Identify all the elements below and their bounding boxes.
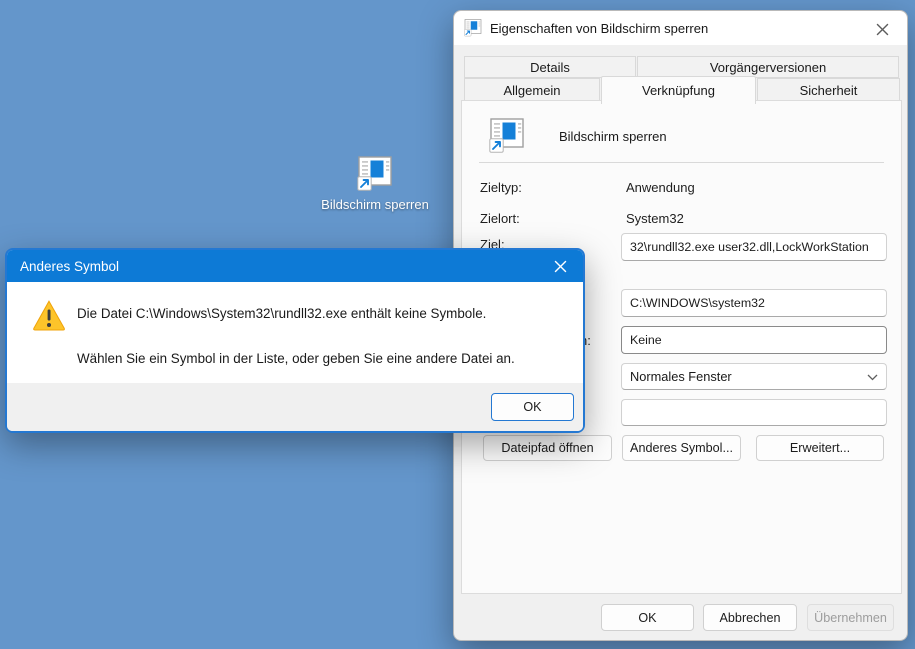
- warning-message-line1: Die Datei C:\Windows\System32\rundll32.e…: [77, 306, 487, 321]
- tab-sicherheit[interactable]: Sicherheit: [757, 78, 900, 102]
- desktop-shortcut-bildschirm-sperren[interactable]: Bildschirm sperren: [305, 154, 445, 212]
- separator: [479, 162, 884, 163]
- anderes-symbol-titlebar[interactable]: Anderes Symbol: [7, 250, 583, 282]
- anderes-symbol-ok-button[interactable]: OK: [491, 393, 574, 421]
- anderes-symbol-body: Die Datei C:\Windows\System32\rundll32.e…: [7, 282, 583, 385]
- properties-titlebar[interactable]: Eigenschaften von Bildschirm sperren: [454, 11, 907, 45]
- warning-message-line2: Wählen Sie ein Symbol in der Liste, oder…: [77, 351, 515, 366]
- kommentar-input[interactable]: [621, 399, 887, 426]
- warning-icon: [32, 299, 66, 331]
- titlebar-app-shortcut-icon: [463, 19, 482, 37]
- zieltyp-value: Anwendung: [626, 180, 695, 195]
- anderes-symbol-dialog: Anderes Symbol Die Datei C:\Windows\Syst…: [5, 248, 585, 433]
- tab-row-2: Allgemein Verknüpfung Sicherheit: [464, 76, 901, 104]
- tab-vorgaengerversionen[interactable]: Vorgängerversionen: [637, 56, 899, 78]
- tab-allgemein[interactable]: Allgemein: [464, 78, 600, 102]
- ausfuehren-select[interactable]: Normales Fenster: [621, 363, 887, 390]
- erweitert-button[interactable]: Erweitert...: [756, 435, 884, 461]
- anderes-symbol-button[interactable]: Anderes Symbol...: [622, 435, 741, 461]
- tab-details[interactable]: Details: [464, 56, 636, 78]
- app-shortcut-icon: [356, 154, 393, 194]
- close-icon: [876, 23, 888, 35]
- anderes-symbol-close-button[interactable]: [545, 254, 575, 278]
- shortcut-name: Bildschirm sperren: [559, 128, 667, 144]
- properties-uebernehmen-button-disabled: Übernehmen: [807, 604, 894, 631]
- chevron-down-icon: [867, 369, 878, 384]
- properties-abbrechen-button[interactable]: Abbrechen: [703, 604, 797, 631]
- desktop: Bildschirm sperren Eigenschaften von Bil…: [0, 0, 915, 649]
- tab-verknuepfung[interactable]: Verknüpfung: [601, 76, 756, 104]
- close-icon: [554, 260, 566, 272]
- ziel-input[interactable]: [621, 233, 887, 261]
- tab-row-1: Details Vorgängerversionen: [464, 56, 901, 78]
- ausfuehren-in-input[interactable]: [621, 289, 887, 317]
- dateipfad-oeffnen-button[interactable]: Dateipfad öffnen: [483, 435, 612, 461]
- zieltyp-label: Zieltyp:: [480, 180, 522, 195]
- zielort-label: Zielort:: [480, 211, 520, 226]
- shortcut-large-icon: [488, 116, 525, 156]
- anderes-symbol-title: Anderes Symbol: [20, 258, 120, 274]
- properties-ok-button[interactable]: OK: [601, 604, 694, 631]
- tastenkombination-input[interactable]: [621, 326, 887, 354]
- anderes-symbol-footer: OK: [7, 383, 583, 431]
- ausfuehren-selected-value: Normales Fenster: [630, 369, 732, 384]
- zielort-value: System32: [626, 211, 684, 226]
- properties-close-button[interactable]: [867, 17, 897, 41]
- properties-dialog-title: Eigenschaften von Bildschirm sperren: [490, 20, 709, 36]
- desktop-shortcut-label: Bildschirm sperren: [321, 197, 429, 212]
